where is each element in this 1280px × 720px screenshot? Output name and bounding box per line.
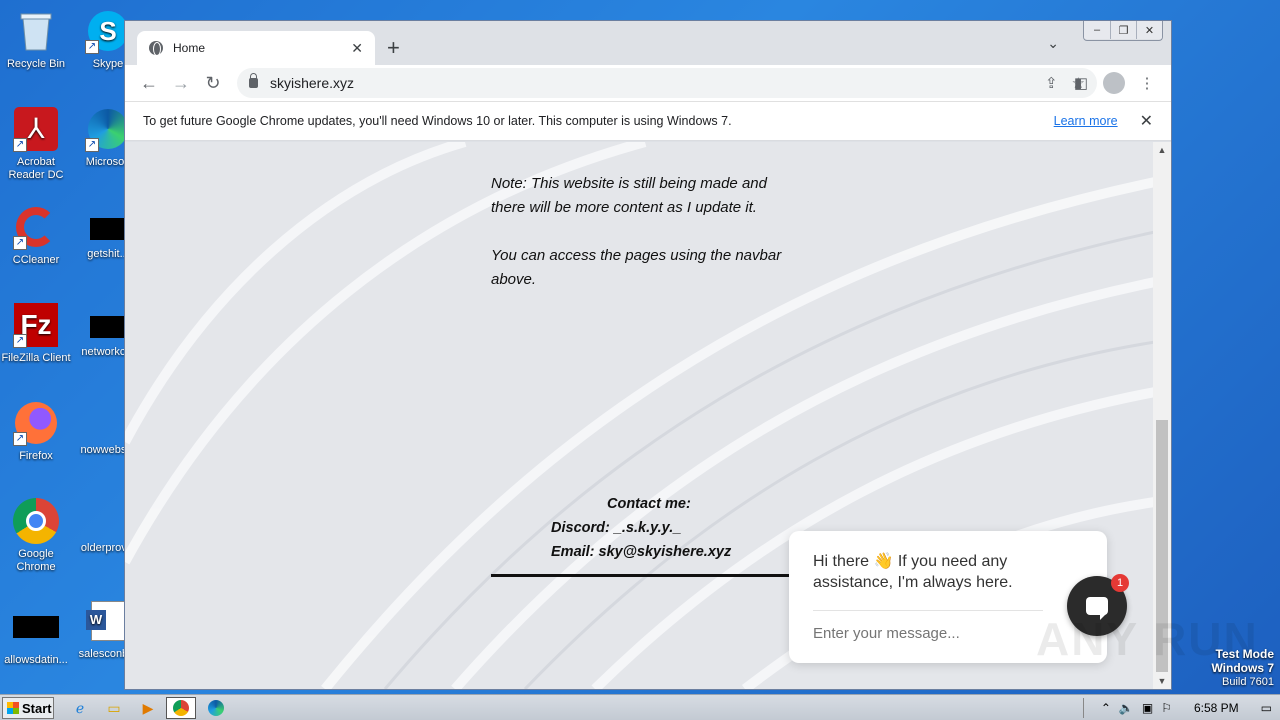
contact-email: Email: sky@skyishere.xyz (551, 544, 732, 560)
minimize-button[interactable]: – (1084, 21, 1110, 39)
shortcut-arrow-icon: ↗ (85, 40, 99, 54)
desktop-icon-label: allowsdatin... (4, 654, 68, 666)
network-icon[interactable]: ▣ (1142, 701, 1153, 715)
filezilla-icon: Fz ↗ (13, 302, 59, 348)
address-bar[interactable]: skyishere.xyz ⇪ ☆ (237, 68, 1097, 98)
chat-unread-badge: 1 (1111, 574, 1129, 592)
infobar-message: To get future Google Chrome updates, you… (143, 114, 732, 128)
firefox-icon: ↗ (13, 400, 59, 446)
page-scrollbar[interactable]: ▲ ▼ (1153, 142, 1171, 689)
build-text: Build 7601 (1222, 676, 1274, 688)
desktop-icon-label: Recycle Bin (6, 58, 66, 70)
note-paragraph: You can access the pages using the navba… (491, 247, 782, 288)
test-mode-text: Test Mode (1215, 647, 1274, 661)
start-label: Start (22, 700, 52, 716)
desktop-icon-label: Acrobat Reader DC (8, 156, 64, 181)
close-infobar-icon[interactable]: ✕ (1140, 111, 1153, 131)
horizontal-rule (491, 574, 791, 577)
volume-icon[interactable]: 🔈 (1119, 701, 1134, 715)
blank-file-icon (13, 604, 59, 650)
contact-heading: Contact me: (607, 496, 691, 512)
action-center-flag-icon[interactable]: ⚐ (1161, 701, 1172, 715)
chat-message-input[interactable] (813, 625, 1043, 642)
taskbar-chrome-icon[interactable] (166, 697, 196, 719)
taskbar-ie-icon[interactable]: ℯ (68, 698, 92, 718)
tab-title: Home (173, 41, 206, 55)
share-icon[interactable]: ⇪ (1045, 74, 1058, 92)
toolbar: ← → ↻ skyishere.xyz ⇪ ☆ ◧ ⋮ (125, 65, 1171, 101)
new-tab-button[interactable]: + (387, 35, 400, 61)
shortcut-arrow-icon: ↗ (13, 432, 27, 446)
back-button[interactable]: ← (133, 67, 165, 99)
tray-separator (1082, 698, 1093, 718)
desktop-icon-label: Google Chrome (16, 548, 56, 573)
taskbar-explorer-icon[interactable]: ▭ (102, 698, 126, 718)
desktop-icon-chrome[interactable]: Google Chrome (0, 498, 72, 574)
forward-button[interactable]: → (165, 67, 197, 99)
globe-icon (149, 41, 163, 56)
taskbar-media-player-icon[interactable]: ▶ (136, 698, 160, 718)
contact-discord: Discord: _.s.k.y.y._ (551, 520, 682, 536)
maximize-button[interactable]: ❐ (1110, 21, 1136, 39)
note-paragraph: Note: This website is still being made a… (491, 175, 767, 216)
system-tray: ⌃ 🔈 ▣ ⚐ 6:58 PM ▭ (1082, 695, 1280, 720)
scroll-down-icon[interactable]: ▼ (1153, 673, 1171, 689)
profile-avatar-icon[interactable] (1103, 72, 1125, 94)
shortcut-arrow-icon: ↗ (85, 138, 99, 152)
page-viewport: Note: This website is still being made a… (125, 142, 1155, 689)
os-name-text: Windows 7 (1211, 661, 1274, 675)
url-text[interactable]: skyishere.xyz (270, 75, 1045, 91)
windows-logo-icon (7, 702, 19, 714)
desktop-icon-file[interactable]: allowsdatin... (0, 604, 72, 667)
side-panel-icon[interactable]: ◧ (1069, 69, 1093, 97)
desktop-icon-recycle-bin[interactable]: Recycle Bin (0, 8, 72, 71)
show-hidden-icons-icon[interactable]: ⌃ (1101, 701, 1111, 715)
recycle-bin-icon (13, 8, 59, 54)
desktop-icon-label: CCleaner (12, 254, 60, 266)
scroll-up-icon[interactable]: ▲ (1153, 142, 1171, 158)
contact-section: Contact me: Discord: _.s.k.y.y._ Email: … (551, 492, 731, 564)
window-controls: – ❐ ✕ (1083, 21, 1163, 41)
chat-divider (813, 610, 1043, 611)
taskbar: Start ℯ ▭ ▶ ⌃ 🔈 ▣ ⚐ 6:58 PM ▭ (0, 694, 1280, 720)
reload-button[interactable]: ↻ (197, 67, 229, 99)
learn-more-link[interactable]: Learn more (1054, 114, 1118, 128)
chrome-icon (13, 498, 59, 544)
note-text: Note: This website is still being made a… (491, 172, 801, 292)
shortcut-arrow-icon: ↗ (13, 138, 27, 152)
clock[interactable]: 6:58 PM (1194, 701, 1239, 715)
shortcut-arrow-icon: ↗ (13, 334, 27, 348)
ccleaner-icon: ↗ (13, 204, 59, 250)
lock-icon[interactable] (249, 73, 258, 88)
start-button[interactable]: Start (2, 697, 54, 719)
chat-greeting: Hi there 👋 If you need any assistance, I… (813, 553, 1013, 591)
tab-search-chevron-icon[interactable]: ⌄ (1047, 35, 1059, 52)
close-tab-icon[interactable]: ✕ (351, 40, 363, 57)
desktop-icon-label: Firefox (19, 450, 53, 462)
desktop-icon-firefox[interactable]: ↗ Firefox (0, 400, 72, 463)
taskbar-edge-icon[interactable] (204, 698, 228, 718)
menu-kebab-icon[interactable]: ⋮ (1135, 69, 1159, 97)
shortcut-arrow-icon: ↗ (13, 236, 27, 250)
tab-home[interactable]: Home ✕ (137, 31, 375, 65)
test-mode-label: Test Mode Windows 7 Build 7601 (1211, 647, 1274, 689)
acrobat-icon: ⅄ ↗ (13, 106, 59, 152)
close-window-button[interactable]: ✕ (1136, 21, 1162, 39)
desktop-icon-filezilla[interactable]: Fz ↗ FileZilla Client (0, 302, 72, 365)
show-desktop-icon[interactable]: ▭ (1261, 701, 1272, 715)
desktop-icon-ccleaner[interactable]: ↗ CCleaner (0, 204, 72, 267)
desktop-icon-acrobat[interactable]: ⅄ ↗ Acrobat Reader DC (0, 106, 72, 182)
browser-window: – ❐ ✕ Home ✕ + ⌄ ← → ↻ skyishere.xyz ⇪ ☆… (124, 20, 1172, 690)
update-infobar: To get future Google Chrome updates, you… (125, 101, 1171, 141)
desktop-icon-label: FileZilla Client (1, 352, 71, 364)
